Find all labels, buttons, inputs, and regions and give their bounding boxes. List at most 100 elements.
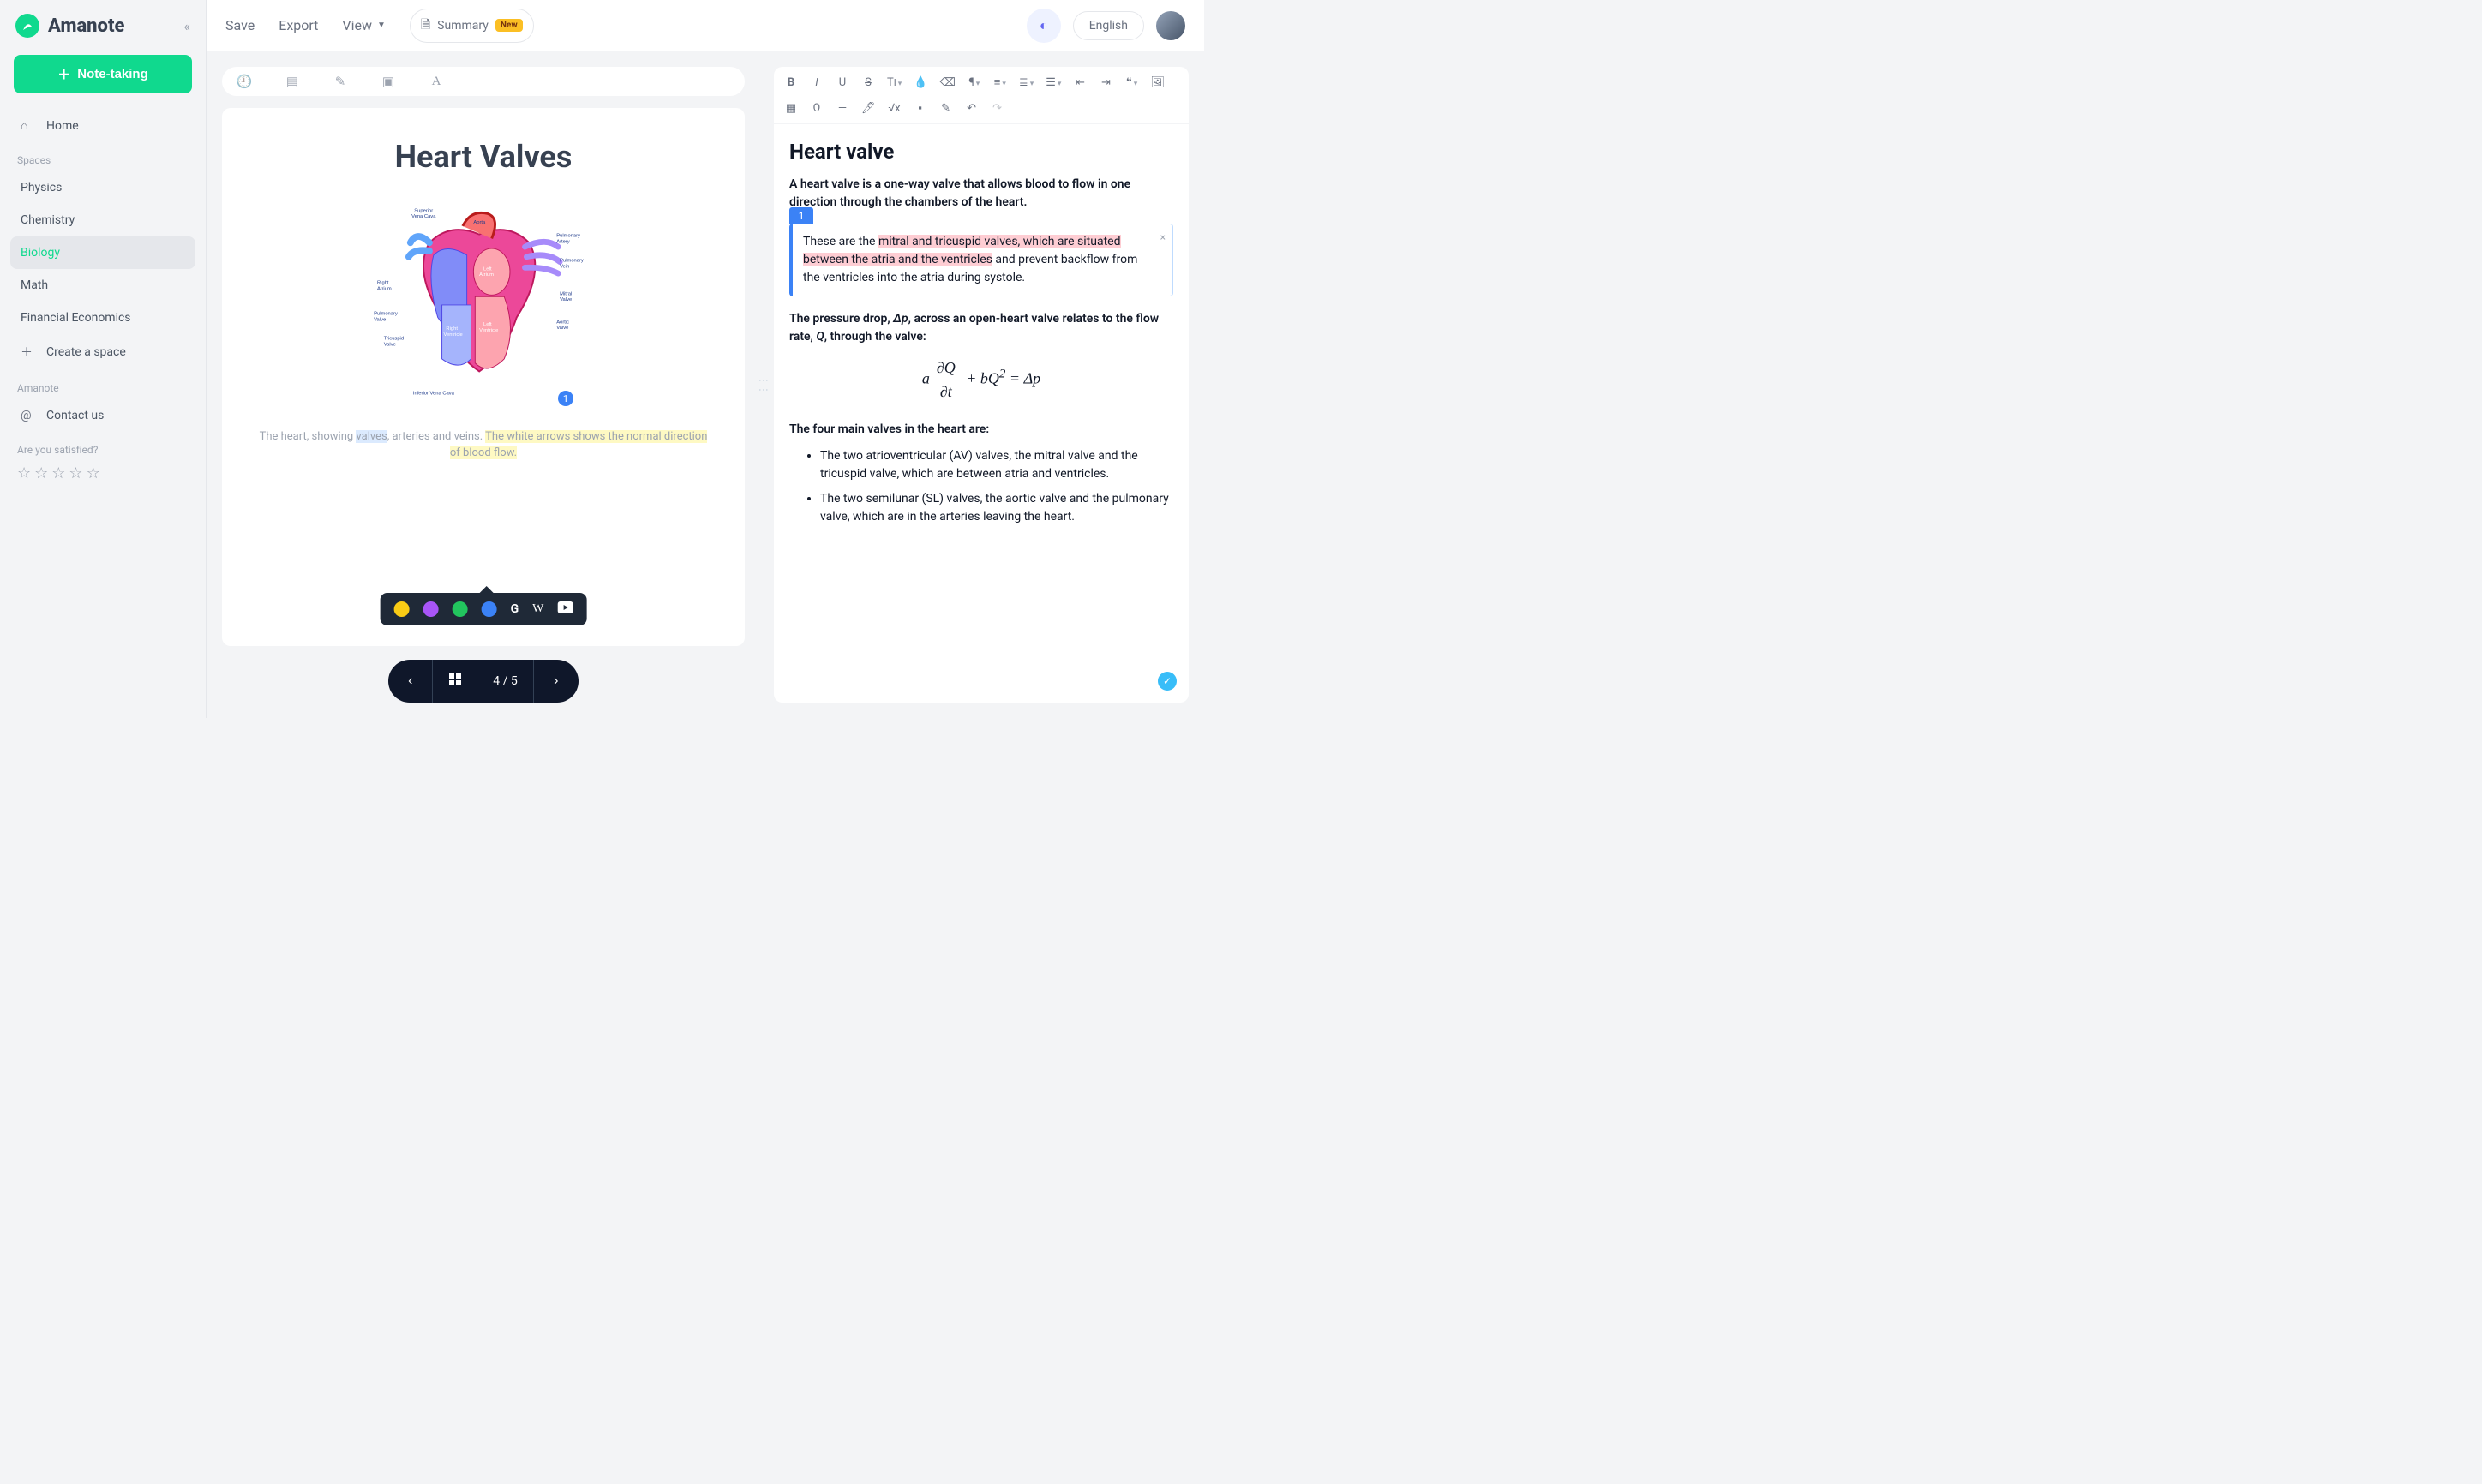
bold-button[interactable]: B xyxy=(784,76,798,89)
ordered-list-dropdown[interactable]: ≣ xyxy=(1019,76,1034,89)
align-dropdown[interactable]: ≡ xyxy=(993,75,1007,89)
indent-button[interactable]: ⇥ xyxy=(1099,76,1112,89)
panel-splitter[interactable]: ⋮⋮ xyxy=(760,51,767,718)
text-icon[interactable]: A xyxy=(428,75,445,89)
create-space-button[interactable]: ＋ Create a space xyxy=(10,334,195,370)
app-logo[interactable]: Amanote xyxy=(15,14,124,38)
editor-intro: A heart valve is a one-way valve that al… xyxy=(789,176,1173,212)
highlight-blue: valves xyxy=(356,430,387,443)
sticky-button[interactable]: ▪ xyxy=(914,101,927,115)
sidebar-item-math[interactable]: Math xyxy=(10,269,195,302)
slide-caption: The heart, showing valves, arteries and … xyxy=(256,428,710,462)
export-button[interactable]: Export xyxy=(279,17,318,33)
slide-card: Heart Valves SuperiorVena Cava xyxy=(222,108,745,646)
image-button[interactable]: 🖼 xyxy=(1150,76,1165,89)
svg-text:Atrium: Atrium xyxy=(479,272,494,278)
sidebar: Amanote « ＋ Note-taking ⌂ Home Spaces Ph… xyxy=(0,0,206,718)
note-taking-label: Note-taking xyxy=(77,67,148,81)
sidebar-item-biology[interactable]: Biology xyxy=(10,236,195,269)
avatar[interactable] xyxy=(1156,11,1185,40)
list-item: The two semilunar (SL) valves, the aorti… xyxy=(820,490,1173,526)
underline-button[interactable]: U xyxy=(836,76,849,89)
pager-prev-button[interactable]: ‹ xyxy=(388,660,433,703)
sidebar-item-label: Chemistry xyxy=(21,213,75,227)
undo-button[interactable]: ↶ xyxy=(965,102,979,115)
pager-next-button[interactable]: › xyxy=(534,660,579,703)
app-name: Amanote xyxy=(48,15,124,37)
outdent-button[interactable]: ⇤ xyxy=(1073,76,1087,89)
star-icon[interactable]: ☆ xyxy=(51,464,65,482)
dark-mode-toggle[interactable]: ◐ xyxy=(1027,9,1061,43)
clock-icon[interactable]: 🕘 xyxy=(236,74,253,89)
sidebar-item-label: Physics xyxy=(21,181,62,194)
svg-text:PulmonaryValve: PulmonaryValve xyxy=(374,312,398,323)
star-icon[interactable]: ☆ xyxy=(17,464,31,482)
editor-body[interactable]: Heart valve A heart valve is a one-way v… xyxy=(774,124,1189,547)
strikethrough-button[interactable]: S xyxy=(861,76,875,89)
text-color-button[interactable]: 💧 xyxy=(914,76,927,89)
summary-button[interactable]: 🗎 Summary New xyxy=(410,9,534,43)
logo-icon xyxy=(15,14,39,38)
quote-dropdown[interactable]: ❝ xyxy=(1124,76,1138,89)
google-icon[interactable]: G xyxy=(511,602,519,616)
svg-text:PulmonaryArtery: PulmonaryArtery xyxy=(556,234,580,245)
draw-button[interactable]: ✎ xyxy=(939,102,953,115)
sidebar-item-chemistry[interactable]: Chemistry xyxy=(10,204,195,236)
sidebar-item-financial-economics[interactable]: Financial Economics xyxy=(10,302,195,334)
chevron-down-icon: ▼ xyxy=(377,21,386,30)
note-icon[interactable]: ▣ xyxy=(380,74,397,89)
highlight-color-purple[interactable] xyxy=(423,601,439,617)
sidebar-item-label: Contact us xyxy=(46,409,104,422)
language-dropdown[interactable]: English xyxy=(1073,11,1144,40)
pager-grid-button[interactable] xyxy=(433,660,477,703)
highlight-button[interactable]: 🖊 xyxy=(861,102,876,115)
highlight-color-yellow[interactable] xyxy=(394,601,410,617)
moon-icon: ◐ xyxy=(1040,17,1048,34)
presenter-icon[interactable]: ▤ xyxy=(284,74,301,89)
clear-format-button[interactable]: ⌫ xyxy=(939,76,955,89)
close-icon[interactable]: × xyxy=(1160,230,1166,245)
editor-title: Heart valve xyxy=(789,136,1173,167)
selection-toolbar: G W xyxy=(381,593,587,625)
rating-stars[interactable]: ☆ ☆ ☆ ☆ ☆ xyxy=(10,461,195,486)
highlight-color-blue[interactable] xyxy=(482,601,497,617)
reference-badge[interactable]: 1 xyxy=(558,391,573,406)
satisfied-label: Are you satisfied? xyxy=(10,435,195,461)
sidebar-item-home[interactable]: ⌂ Home xyxy=(10,109,195,142)
redo-button[interactable]: ↷ xyxy=(991,102,1004,115)
sidebar-item-physics[interactable]: Physics xyxy=(10,171,195,204)
sidebar-item-contact[interactable]: @ Contact us xyxy=(10,399,195,432)
pager: ‹ 4 / 5 › xyxy=(388,660,578,703)
star-icon[interactable]: ☆ xyxy=(69,464,82,482)
sidebar-item-label: Financial Economics xyxy=(21,311,131,325)
table-button[interactable]: ▦ xyxy=(784,102,798,115)
view-dropdown[interactable]: View ▼ xyxy=(342,17,386,33)
note-taking-button[interactable]: ＋ Note-taking xyxy=(14,55,192,93)
highlight-yellow: The white arrows shows the normal direct… xyxy=(450,430,708,460)
reference-note[interactable]: 1 × These are the mitral and tricuspid v… xyxy=(789,224,1173,296)
view-label: View xyxy=(342,17,372,33)
pencil-icon[interactable]: ✎ xyxy=(332,74,349,89)
topbar: Save Export View ▼ 🗎 Summary New ◐ Engli… xyxy=(207,0,1204,51)
svg-text:RightAtrium: RightAtrium xyxy=(377,281,392,292)
paragraph-dropdown[interactable]: ¶ xyxy=(968,76,981,89)
sidebar-collapse-icon[interactable]: « xyxy=(183,18,190,34)
hr-button[interactable]: — xyxy=(836,102,849,115)
sidebar-item-label: Biology xyxy=(21,246,60,260)
italic-button[interactable]: I xyxy=(810,76,824,89)
sidebar-section-spaces: Spaces xyxy=(10,146,195,171)
highlight-color-green[interactable] xyxy=(453,601,468,617)
symbol-button[interactable]: Ω xyxy=(810,102,824,115)
sidebar-item-label: Math xyxy=(21,278,48,292)
unordered-list-dropdown[interactable]: ☰ xyxy=(1046,76,1061,89)
formula-button[interactable]: √x xyxy=(888,102,902,115)
star-icon[interactable]: ☆ xyxy=(87,464,100,482)
home-icon: ⌂ xyxy=(21,118,36,133)
youtube-icon[interactable] xyxy=(557,601,573,617)
font-size-dropdown[interactable]: TI xyxy=(887,76,902,89)
star-icon[interactable]: ☆ xyxy=(34,464,48,482)
svg-text:TricuspidValve: TricuspidValve xyxy=(384,337,404,348)
sidebar-item-label: Home xyxy=(46,119,79,133)
wikipedia-icon[interactable]: W xyxy=(532,602,543,616)
save-button[interactable]: Save xyxy=(225,17,255,33)
